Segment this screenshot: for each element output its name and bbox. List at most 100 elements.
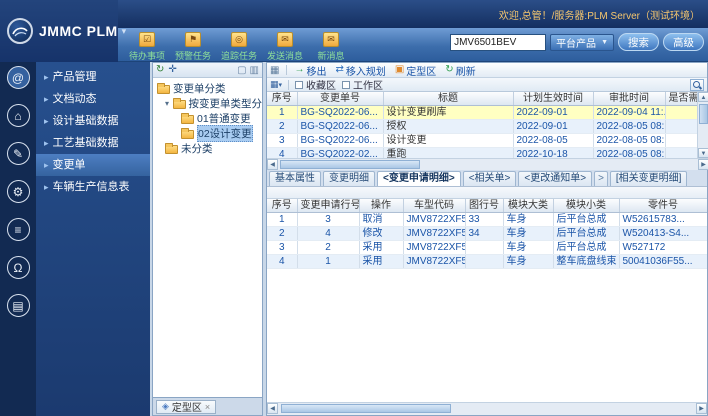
tree-node-design-change[interactable]: 02设计变更 bbox=[153, 125, 262, 142]
settings-icon[interactable]: ⚙ bbox=[6, 180, 30, 203]
change-request-row[interactable]: 2 4 修改 JMV8722XF5 34 车身 后平台总成 W520413-S4… bbox=[267, 226, 707, 241]
operation-link[interactable]: 采用 bbox=[359, 240, 404, 255]
column-header[interactable]: 模块大类 bbox=[503, 199, 554, 213]
scroll-down-arrow[interactable]: ▼ bbox=[698, 148, 708, 158]
main-horizontal-scrollbar[interactable]: ◀ ▶ bbox=[267, 402, 707, 415]
work-zone-checkbox[interactable]: 工作区 bbox=[342, 77, 383, 92]
tree-node-type-group[interactable]: ▾ 按变更单类型分 bbox=[153, 96, 262, 111]
database-icon[interactable]: ≡ bbox=[6, 218, 30, 241]
quick-tool-button[interactable]: ◎ 追踪任务 bbox=[216, 31, 262, 62]
scroll-left-arrow[interactable]: ◀ bbox=[267, 403, 278, 414]
scroll-thumb[interactable] bbox=[280, 160, 420, 169]
scroll-thumb[interactable] bbox=[699, 104, 708, 124]
close-icon[interactable]: × bbox=[205, 402, 210, 412]
detail-tab[interactable]: > bbox=[594, 171, 608, 186]
scroll-thumb[interactable] bbox=[281, 404, 451, 413]
search-category-dropdown[interactable]: 平台产品 ▼ bbox=[550, 33, 614, 51]
column-header[interactable]: 审批时间 bbox=[593, 92, 666, 106]
toolbar-button[interactable]: ⇄ 移入规划 bbox=[335, 63, 385, 78]
detail-tab[interactable]: <更改通知单> bbox=[518, 171, 593, 186]
list-view-icon[interactable]: ▦ bbox=[270, 65, 279, 76]
change-order-toolbar: ▦ → 移出 ⇄ 移入规划 ▣ 定型区 ↻ 刷新 bbox=[267, 63, 707, 78]
column-header[interactable]: 零件号 bbox=[619, 199, 707, 213]
change-order-row[interactable]: 1 BG-SQ2022-06... 设计变更刷库 2022-09-01 2022… bbox=[267, 105, 697, 120]
change-order-table-area: 序号变更单号标题计划生效时间审批时间是否需求变更 1 BG-SQ2022-06.… bbox=[267, 92, 697, 158]
sidebar-item[interactable]: ▸ 车辆生产信息表 bbox=[36, 176, 150, 198]
column-header[interactable]: 图行号 bbox=[465, 199, 504, 213]
quick-tool-button[interactable]: ⚑ 预警任务 bbox=[170, 31, 216, 62]
tree-node-unclassified[interactable]: 未分类 bbox=[153, 141, 262, 156]
change-request-table-area: 序号 变更申请行号 操作 车型代码 图行号 模块大类 模块小类 零件号 1 3 取消 JMV8… bbox=[267, 199, 707, 402]
toolbar-button[interactable]: → 移出 bbox=[294, 63, 326, 78]
scroll-right-arrow[interactable]: ▶ bbox=[698, 159, 708, 170]
global-search-input[interactable] bbox=[450, 33, 547, 51]
todo-tasks-icon: ☑ bbox=[139, 32, 155, 47]
scroll-up-arrow[interactable]: ▲ bbox=[698, 92, 708, 102]
favorites-zone-checkbox[interactable]: 收藏区 bbox=[295, 77, 336, 92]
toolbar-button[interactable]: ↻ 刷新 bbox=[445, 63, 475, 78]
column-header[interactable]: 序号 bbox=[267, 199, 298, 213]
change-order-row[interactable]: 4 BG-SQ2022-02... 重跑 2022-10-18 2022-08-… bbox=[267, 147, 697, 158]
detail-tab[interactable]: <相关单> bbox=[462, 171, 517, 186]
column-header[interactable]: 变更申请行号 bbox=[297, 199, 360, 213]
edit-icon[interactable]: ✎ bbox=[6, 142, 30, 165]
table-search-button[interactable] bbox=[690, 78, 704, 91]
detail-tab[interactable]: <变更申请明细> bbox=[377, 171, 461, 186]
tree-locate-icon[interactable]: ✛ bbox=[168, 65, 176, 75]
home-icon[interactable]: ⌂ bbox=[6, 104, 30, 127]
change-request-row[interactable]: 4 1 采用 JMV8722XF5 车身 整车底盘线束 50041036F55.… bbox=[267, 254, 707, 269]
quick-tool-button[interactable]: ☑ 待办事项 bbox=[124, 31, 170, 62]
scroll-left-arrow[interactable]: ◀ bbox=[267, 159, 278, 170]
tree-node-normal-change[interactable]: 01普通变更 bbox=[153, 111, 262, 126]
table1-vertical-scrollbar[interactable]: ▲ ▼ bbox=[697, 92, 708, 158]
column-header[interactable]: 模块小类 bbox=[553, 199, 620, 213]
arrow-right-icon: ▸ bbox=[44, 160, 49, 170]
detail-tab[interactable]: 基本属性 bbox=[269, 171, 321, 186]
grid-view-icon[interactable]: ▦▾ bbox=[270, 79, 282, 90]
quick-tool-button[interactable]: ✉ 发送消息 bbox=[262, 31, 308, 62]
sidebar-item-label: 车辆生产信息表 bbox=[52, 181, 130, 193]
sidebar-item[interactable]: ▸ 产品管理 bbox=[36, 66, 150, 88]
column-header[interactable]: 变更单号 bbox=[297, 92, 384, 106]
operation-link[interactable]: 采用 bbox=[359, 254, 404, 269]
column-header[interactable]: 车型代码 bbox=[403, 199, 466, 213]
support-icon[interactable]: Ω bbox=[6, 256, 30, 279]
library-icon[interactable]: ▤ bbox=[6, 294, 30, 317]
sidebar-item[interactable]: ▸ 变更单 bbox=[36, 154, 150, 176]
detail-tab[interactable]: 变更明细 bbox=[323, 171, 375, 186]
change-request-row[interactable]: 1 3 取消 JMV8722XF5 33 车身 后平台总成 W52615783.… bbox=[267, 212, 707, 227]
table1-horizontal-scrollbar[interactable]: ◀ ▶ bbox=[267, 158, 708, 170]
advanced-search-button[interactable]: 高级 bbox=[663, 33, 704, 51]
tree-expand-all-icon[interactable]: ▢ bbox=[237, 65, 246, 76]
tree-twisty-icon[interactable]: ▾ bbox=[165, 99, 170, 108]
column-header[interactable]: 是否需求变更 bbox=[665, 92, 697, 106]
operation-link[interactable]: 修改 bbox=[359, 226, 404, 241]
arrow-right-icon: ▸ bbox=[44, 116, 49, 126]
new-message-icon: ✉ bbox=[323, 32, 339, 47]
change-order-row[interactable]: 2 BG-SQ2022-06... 授权 2022-09-01 2022-08-… bbox=[267, 119, 697, 134]
quick-tool-button[interactable]: ✉ 新消息 bbox=[308, 31, 354, 62]
column-header[interactable]: 操作 bbox=[359, 199, 404, 213]
sidebar-item[interactable]: ▸ 工艺基础数据 bbox=[36, 132, 150, 154]
brand-block[interactable]: JMMC PLM ▾ bbox=[0, 0, 126, 62]
column-header[interactable]: 计划生效时间 bbox=[513, 92, 594, 106]
change-request-row[interactable]: 3 2 采用 JMV8722XF5 车身 后平台总成 W527172 bbox=[267, 240, 707, 255]
brand-dropdown-caret-icon[interactable]: ▾ bbox=[122, 26, 127, 37]
scroll-right-arrow[interactable]: ▶ bbox=[696, 403, 707, 414]
change-request-detail-table: 序号 变更申请行号 操作 车型代码 图行号 模块大类 模块小类 零件号 1 3 取消 JMV8… bbox=[267, 199, 707, 269]
change-order-row[interactable]: 3 BG-SQ2022-06... 设计变更 2022-08-05 2022-0… bbox=[267, 133, 697, 148]
tree-root-node[interactable]: 变更单分类 bbox=[153, 81, 262, 96]
toolbar-button[interactable]: ▣ 定型区 bbox=[395, 63, 436, 78]
sidebar-item[interactable]: ▸ 设计基础数据 bbox=[36, 110, 150, 132]
column-header[interactable]: 序号 bbox=[267, 92, 298, 106]
tree-collapse-all-icon[interactable]: ▥ bbox=[250, 65, 259, 76]
sidebar-item[interactable]: ▸ 文档动态 bbox=[36, 88, 150, 110]
finalized-zone-tab[interactable]: ◈ 定型区 × bbox=[156, 399, 217, 414]
tree-refresh-icon[interactable]: ↻ bbox=[156, 65, 164, 75]
column-header[interactable]: 标题 bbox=[383, 92, 514, 106]
operation-link[interactable]: 取消 bbox=[359, 212, 404, 227]
detail-tab[interactable]: [相关变更明细] bbox=[609, 171, 688, 186]
workspace-icon[interactable]: @ bbox=[6, 66, 30, 89]
checkbox-icon bbox=[342, 80, 351, 89]
search-button[interactable]: 搜索 bbox=[618, 33, 659, 51]
